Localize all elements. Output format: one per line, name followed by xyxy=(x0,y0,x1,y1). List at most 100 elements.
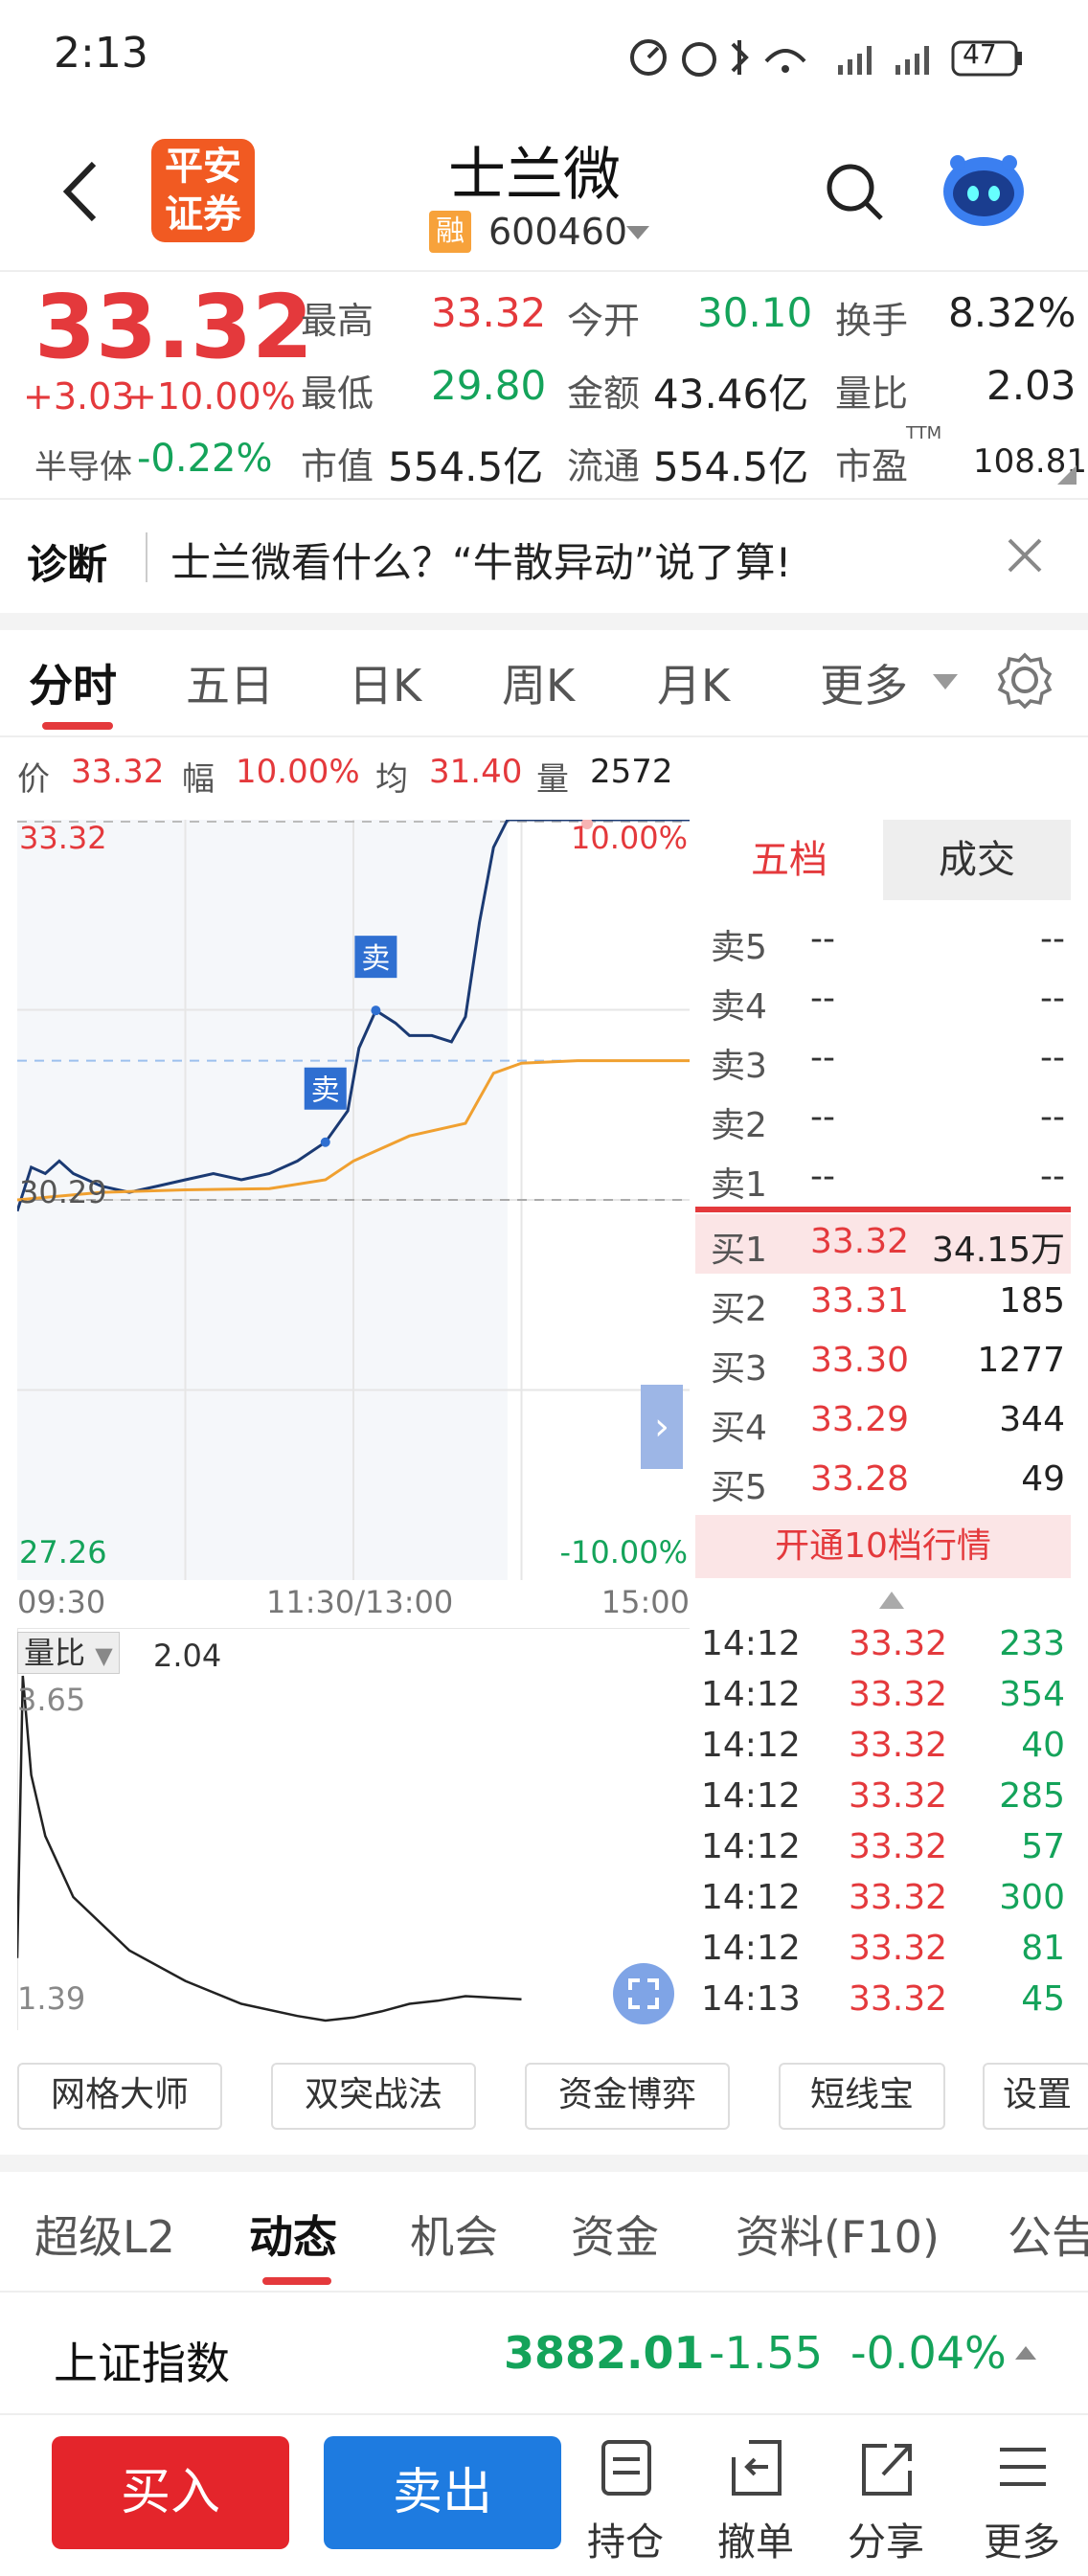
marker-dot xyxy=(371,1006,381,1016)
tab-daily-k[interactable]: 日K xyxy=(349,651,421,714)
ask-volume: -- xyxy=(1040,1038,1065,1077)
volume-ratio-chart[interactable]: 量比 ▼ 2.04 3.65 1.39 xyxy=(17,1628,690,2030)
open-10-level-button[interactable]: 开通10档行情 xyxy=(695,1515,1071,1578)
trade-row: 14:12 33.32 233 xyxy=(695,1620,1071,1671)
float-value: 554.5亿 xyxy=(653,443,809,490)
trade-time: 14:12 xyxy=(701,1624,801,1663)
open-value: 30.10 xyxy=(697,289,813,336)
sector-name[interactable]: 半导体 xyxy=(34,441,132,487)
tab-five-levels[interactable]: 五档 xyxy=(695,820,883,900)
chevron-up-icon[interactable] xyxy=(877,1590,906,1611)
tab-trades[interactable]: 成交 xyxy=(883,820,1071,900)
info-vol-label: 量 xyxy=(536,760,569,799)
more-button[interactable]: 更多 xyxy=(979,2434,1065,2568)
bid-volume: 49 xyxy=(1021,1459,1065,1499)
index-pct: -0.04% xyxy=(850,2327,1007,2379)
bid-row[interactable]: 买3 33.30 1277 xyxy=(695,1333,1071,1392)
corner-expand-icon[interactable] xyxy=(1057,465,1077,485)
robot-assistant-icon[interactable] xyxy=(941,149,1027,230)
mktcap-value: 554.5亿 xyxy=(388,443,544,490)
tool-short-term[interactable]: 短线宝 xyxy=(779,2063,945,2130)
tab-capital[interactable]: 资金 xyxy=(571,2203,659,2266)
diagnosis-text[interactable]: 士兰微看什么？“牛散异动”说了算! xyxy=(170,531,791,589)
trade-volume: 354 xyxy=(999,1675,1065,1714)
buy-button[interactable]: 买入 xyxy=(52,2436,289,2549)
back-icon[interactable] xyxy=(57,158,105,225)
diagnosis-banner[interactable]: 诊断 士兰微看什么？“牛散异动”说了算! xyxy=(0,500,1088,613)
tool-capital-game[interactable]: 资金博弈 xyxy=(525,2063,730,2130)
section-gap xyxy=(0,613,1088,630)
ask-row[interactable]: 卖3 -- -- xyxy=(695,1030,1071,1090)
fullscreen-icon[interactable] xyxy=(613,1963,674,2024)
gear-icon[interactable] xyxy=(996,651,1054,709)
content-nav-tabs: 超级L2 动态 机会 资金 资料(F10) 公告 xyxy=(0,2172,1088,2291)
stock-code[interactable]: 600460 xyxy=(488,211,627,253)
tab-monthly-k[interactable]: 月K xyxy=(657,651,730,714)
tab-dynamic[interactable]: 动态 xyxy=(249,2203,337,2266)
bid-row[interactable]: 买2 33.31 185 xyxy=(695,1274,1071,1333)
trade-price: 33.32 xyxy=(849,1624,948,1663)
tab-f10[interactable]: 资料(F10) xyxy=(736,2203,940,2266)
trade-volume: 285 xyxy=(999,1776,1065,1816)
bid-row[interactable]: 买5 33.28 49 xyxy=(695,1452,1071,1511)
chart-bottom-right-label: -10.00% xyxy=(559,1534,688,1570)
chevron-down-icon[interactable] xyxy=(931,672,960,691)
tab-intraday[interactable]: 分时 xyxy=(29,651,117,714)
tab-trades-label: 成交 xyxy=(939,838,1015,882)
trade-time: 14:12 xyxy=(701,1776,801,1816)
trade-row: 14:12 33.32 57 xyxy=(695,1823,1071,1874)
ask-row[interactable]: 卖1 -- -- xyxy=(695,1149,1071,1209)
chevron-up-icon[interactable] xyxy=(1013,2344,1038,2361)
trade-volume: 45 xyxy=(1021,1979,1065,2019)
sell-button[interactable]: 卖出 xyxy=(324,2436,561,2549)
tab-announcements[interactable]: 公告 xyxy=(1008,2203,1088,2266)
index-bar[interactable]: 上证指数 3882.01 -1.55 -0.04% xyxy=(0,2293,1088,2413)
intraday-chart-svg: 卖卖 xyxy=(17,820,690,1580)
bid-price: 33.28 xyxy=(810,1459,910,1499)
volratio-selector[interactable]: 量比 ▼ xyxy=(17,1632,120,1674)
ask-row[interactable]: 卖2 -- -- xyxy=(695,1090,1071,1149)
index-change: -1.55 xyxy=(709,2327,824,2379)
tab-opportunity[interactable]: 机会 xyxy=(410,2203,498,2266)
info-price-label: 价 xyxy=(17,760,50,799)
cancel-order-button[interactable]: 撤单 xyxy=(713,2434,799,2568)
trade-volume: 40 xyxy=(1021,1726,1065,1765)
volratio-selector-label: 量比 xyxy=(24,1635,86,1671)
chevron-down-icon[interactable] xyxy=(624,224,651,241)
tool-double-breakout[interactable]: 双突战法 xyxy=(271,2063,476,2130)
volratio-top-label: 3.65 xyxy=(17,1682,86,1718)
trade-row: 14:12 33.32 81 xyxy=(695,1925,1071,1976)
share-label: 分享 xyxy=(848,2520,924,2565)
ask-row[interactable]: 卖5 -- -- xyxy=(695,912,1071,971)
trade-volume: 81 xyxy=(1021,1929,1065,1968)
bid-volume: 1277 xyxy=(977,1341,1065,1380)
chevron-right-icon[interactable]: › xyxy=(641,1385,683,1469)
ask-row[interactable]: 卖4 -- -- xyxy=(695,971,1071,1030)
ask-level-label: 卖4 xyxy=(711,987,767,1027)
intraday-chart[interactable]: 卖卖 33.32 10.00% 30.29 27.26 -10.00% › xyxy=(17,820,690,1580)
tab-weekly-k[interactable]: 周K xyxy=(502,651,575,714)
volume-ratio-line xyxy=(17,1675,522,2022)
bid-row[interactable]: 买4 33.29 344 xyxy=(695,1392,1071,1452)
bid-row[interactable]: 买1 33.32 34.15万 xyxy=(695,1214,1071,1274)
tab-super-l2[interactable]: 超级L2 xyxy=(34,2203,175,2266)
tool-grid-master[interactable]: 网格大师 xyxy=(17,2063,222,2130)
divider xyxy=(146,532,147,582)
ask-volume: -- xyxy=(1040,979,1065,1018)
bid-level-label: 买5 xyxy=(711,1468,767,1507)
diagnosis-label: 诊断 xyxy=(27,541,108,588)
tab-more[interactable]: 更多 xyxy=(820,651,908,714)
bid-level-label: 买2 xyxy=(711,1290,767,1329)
ask-volume: -- xyxy=(1040,1097,1065,1137)
search-icon[interactable] xyxy=(824,161,885,222)
close-icon[interactable] xyxy=(1006,536,1044,575)
marker-dot xyxy=(320,1137,330,1147)
tab-five-day[interactable]: 五日 xyxy=(186,651,274,714)
trade-time: 14:12 xyxy=(701,1675,801,1714)
tool-settings[interactable]: 设置 xyxy=(983,2063,1088,2130)
share-button[interactable]: 分享 xyxy=(843,2434,929,2568)
trade-price: 33.32 xyxy=(849,1979,948,2019)
sell-marker-label: 卖 xyxy=(361,942,390,976)
price-change: +3.03 xyxy=(23,375,135,418)
holdings-button[interactable]: 持仓 xyxy=(582,2434,669,2568)
